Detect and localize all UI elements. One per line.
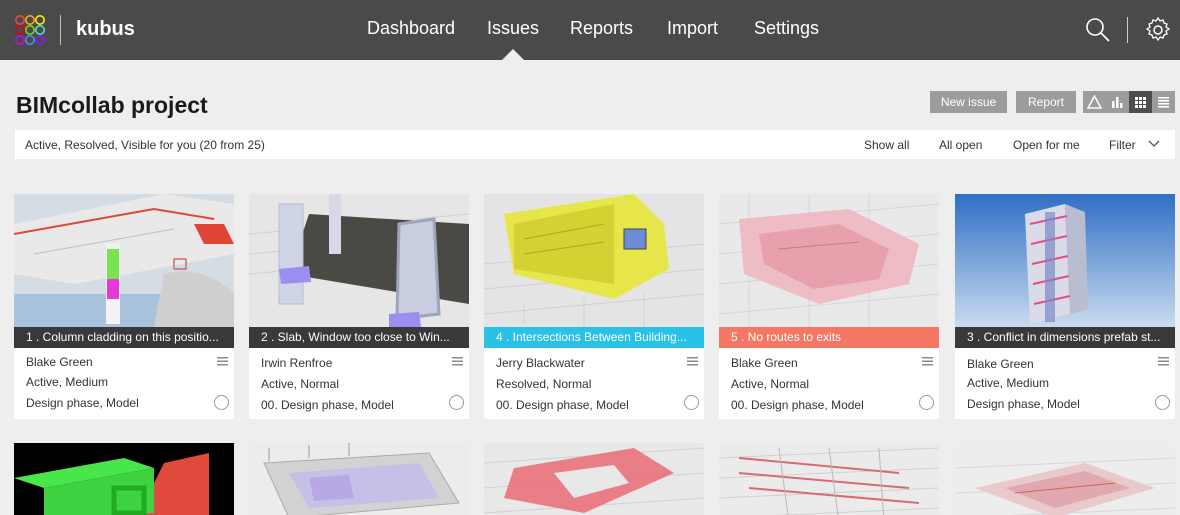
issue-thumbnail[interactable] <box>14 194 234 327</box>
issue-title[interactable]: 3 . Conflict in dimensions prefab st... <box>955 327 1175 348</box>
bar-chart-icon <box>1112 97 1123 108</box>
issue-title[interactable]: 1 . Column cladding on this positio... <box>14 327 234 348</box>
issue-thumbnail[interactable] <box>955 443 1175 515</box>
icon-divider <box>1127 17 1128 43</box>
issue-status: Resolved, Normal <box>496 377 592 391</box>
view-toggle-group <box>1083 91 1175 113</box>
filter-bar: Active, Resolved, Visible for you (20 fr… <box>15 130 1175 159</box>
menu-icon[interactable] <box>1158 356 1169 367</box>
issue-card[interactable]: 2 . Slab, Window too close to Win... Irw… <box>249 194 469 419</box>
menu-icon[interactable] <box>687 356 698 367</box>
nav-import[interactable]: Import <box>667 18 718 39</box>
issue-thumbnail[interactable] <box>719 443 939 515</box>
issue-thumbnail[interactable] <box>719 194 939 327</box>
filter-dropdown[interactable]: Filter <box>1109 138 1136 152</box>
select-radio-icon[interactable] <box>919 395 934 410</box>
issue-card-partial[interactable] <box>955 443 1175 515</box>
issue-card[interactable]: 1 . Column cladding on this positio... B… <box>14 194 234 419</box>
issue-card-partial[interactable] <box>249 443 469 515</box>
issue-thumbnail[interactable] <box>249 443 469 515</box>
nav-dashboard[interactable]: Dashboard <box>367 18 455 39</box>
top-navigation-bar: kubus Dashboard Issues Reports Import Se… <box>0 0 1180 60</box>
open-for-me-button[interactable]: Open for me <box>1013 138 1080 152</box>
list-view-icon <box>1158 97 1169 108</box>
issue-title[interactable]: 5 . No routes to exits <box>719 327 939 348</box>
logo-icon[interactable] <box>14 14 46 46</box>
show-all-button[interactable]: Show all <box>864 138 909 152</box>
select-radio-icon[interactable] <box>214 395 229 410</box>
select-radio-icon[interactable] <box>684 395 699 410</box>
triangle-view-button[interactable] <box>1083 91 1106 113</box>
logo-divider <box>60 15 61 45</box>
chevron-down-icon[interactable] <box>1148 139 1160 149</box>
grid-view-button[interactable] <box>1129 91 1152 113</box>
menu-icon[interactable] <box>452 356 463 367</box>
nav-reports[interactable]: Reports <box>570 18 633 39</box>
issue-card-partial[interactable] <box>719 443 939 515</box>
report-button[interactable]: Report <box>1016 91 1076 113</box>
all-open-button[interactable]: All open <box>939 138 982 152</box>
issue-status: Active, Normal <box>731 377 810 391</box>
page-title: BIMcollab project <box>16 92 208 118</box>
grid-view-icon <box>1135 97 1146 108</box>
nav-settings[interactable]: Settings <box>754 18 819 39</box>
issue-phase: 00. Design phase, Model <box>261 398 394 412</box>
issue-card[interactable]: 4 . Intersections Between Building... Je… <box>484 194 704 419</box>
menu-icon[interactable] <box>922 356 933 367</box>
brand-name[interactable]: kubus <box>76 18 135 41</box>
issue-card-partial[interactable] <box>14 443 234 515</box>
triangle-icon <box>1087 95 1102 109</box>
issue-card-partial[interactable] <box>484 443 704 515</box>
select-radio-icon[interactable] <box>449 395 464 410</box>
gear-icon[interactable] <box>1144 16 1172 44</box>
filter-summary: Active, Resolved, Visible for you (20 fr… <box>25 138 265 152</box>
issue-assignee: Irwin Renfroe <box>261 356 333 370</box>
issue-assignee: Jerry Blackwater <box>496 356 585 370</box>
issue-status: Active, Normal <box>261 377 340 391</box>
new-issue-button[interactable]: New issue <box>930 91 1007 113</box>
nav-issues[interactable]: Issues <box>487 18 539 39</box>
issue-assignee: Blake Green <box>26 355 93 369</box>
list-view-button[interactable] <box>1152 91 1175 113</box>
issue-thumbnail[interactable] <box>484 194 704 327</box>
issue-thumbnail[interactable] <box>955 194 1175 327</box>
issue-assignee: Blake Green <box>731 356 798 370</box>
issue-phase: Design phase, Model <box>967 397 1080 411</box>
issue-thumbnail[interactable] <box>484 443 704 515</box>
issue-title[interactable]: 4 . Intersections Between Building... <box>484 327 704 348</box>
menu-icon[interactable] <box>217 356 228 367</box>
search-icon[interactable] <box>1084 16 1112 44</box>
issue-phase: Design phase, Model <box>26 396 139 410</box>
select-radio-icon[interactable] <box>1155 395 1170 410</box>
issue-thumbnail[interactable] <box>14 443 234 515</box>
issue-status: Active, Medium <box>967 376 1050 390</box>
issue-assignee: Blake Green <box>967 357 1034 371</box>
active-nav-indicator <box>502 49 524 60</box>
issue-phase: 00. Design phase, Model <box>731 398 864 412</box>
issue-phase: 00. Design phase, Model <box>496 398 629 412</box>
chart-view-button[interactable] <box>1106 91 1129 113</box>
issue-status: Active, Medium <box>26 375 109 389</box>
issue-thumbnail[interactable] <box>249 194 469 327</box>
issue-title[interactable]: 2 . Slab, Window too close to Win... <box>249 327 469 348</box>
issue-card[interactable]: 3 . Conflict in dimensions prefab st... … <box>955 194 1175 419</box>
issue-card[interactable]: 5 . No routes to exits Blake Green Activ… <box>719 194 939 419</box>
